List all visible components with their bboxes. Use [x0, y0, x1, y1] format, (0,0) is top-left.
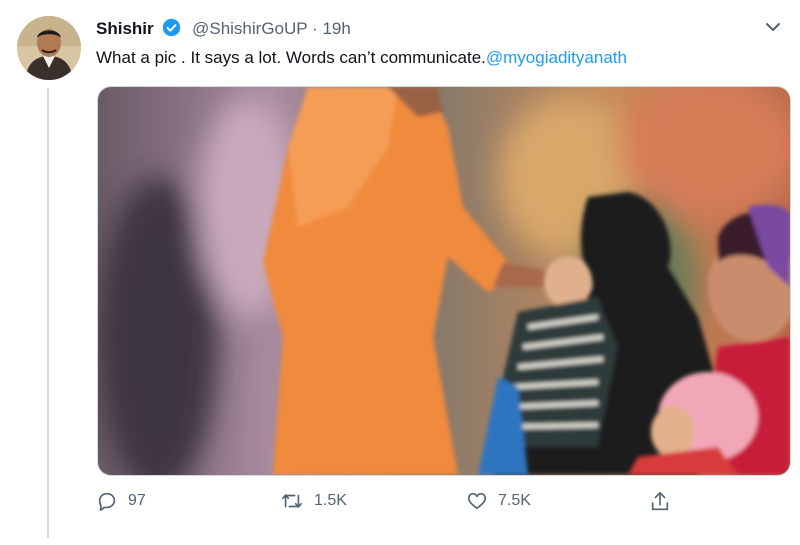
reply-count: 97: [128, 492, 146, 509]
reply-icon: [98, 492, 116, 511]
display-name[interactable]: Shishir: [96, 19, 154, 38]
timestamp[interactable]: 19h: [322, 19, 350, 38]
share-button[interactable]: [649, 490, 681, 514]
tweet-body: What a pic . It says a lot. Words can’t …: [96, 48, 486, 67]
retweet-count: 1.5K: [314, 492, 347, 509]
share-icon: [651, 492, 669, 511]
separator-dot: ·: [312, 19, 318, 38]
thread-line: [47, 88, 49, 538]
retweet-icon: [282, 494, 302, 508]
tweet-header: Shishir @ShishirGoUP · 19h: [96, 18, 351, 42]
retweet-button[interactable]: 1.5K: [280, 490, 347, 512]
photo-illustration: [98, 87, 790, 475]
user-handle[interactable]: @ShishirGoUP: [192, 19, 307, 38]
tweet-photo[interactable]: [97, 86, 791, 476]
chevron-down-icon[interactable]: [764, 18, 782, 36]
like-button[interactable]: 7.5K: [466, 490, 531, 512]
avatar[interactable]: [17, 16, 81, 80]
like-icon: [467, 492, 487, 510]
action-bar: 97 1.5K 7.5K: [96, 490, 688, 518]
mention-link[interactable]: @myogiadityanath: [486, 48, 627, 67]
tweet-text: What a pic . It says a lot. Words can’t …: [96, 48, 627, 68]
avatar-image: [17, 16, 81, 80]
reply-button[interactable]: 97: [96, 490, 146, 512]
like-count: 7.5K: [498, 492, 531, 509]
verified-badge-icon: [162, 18, 181, 42]
